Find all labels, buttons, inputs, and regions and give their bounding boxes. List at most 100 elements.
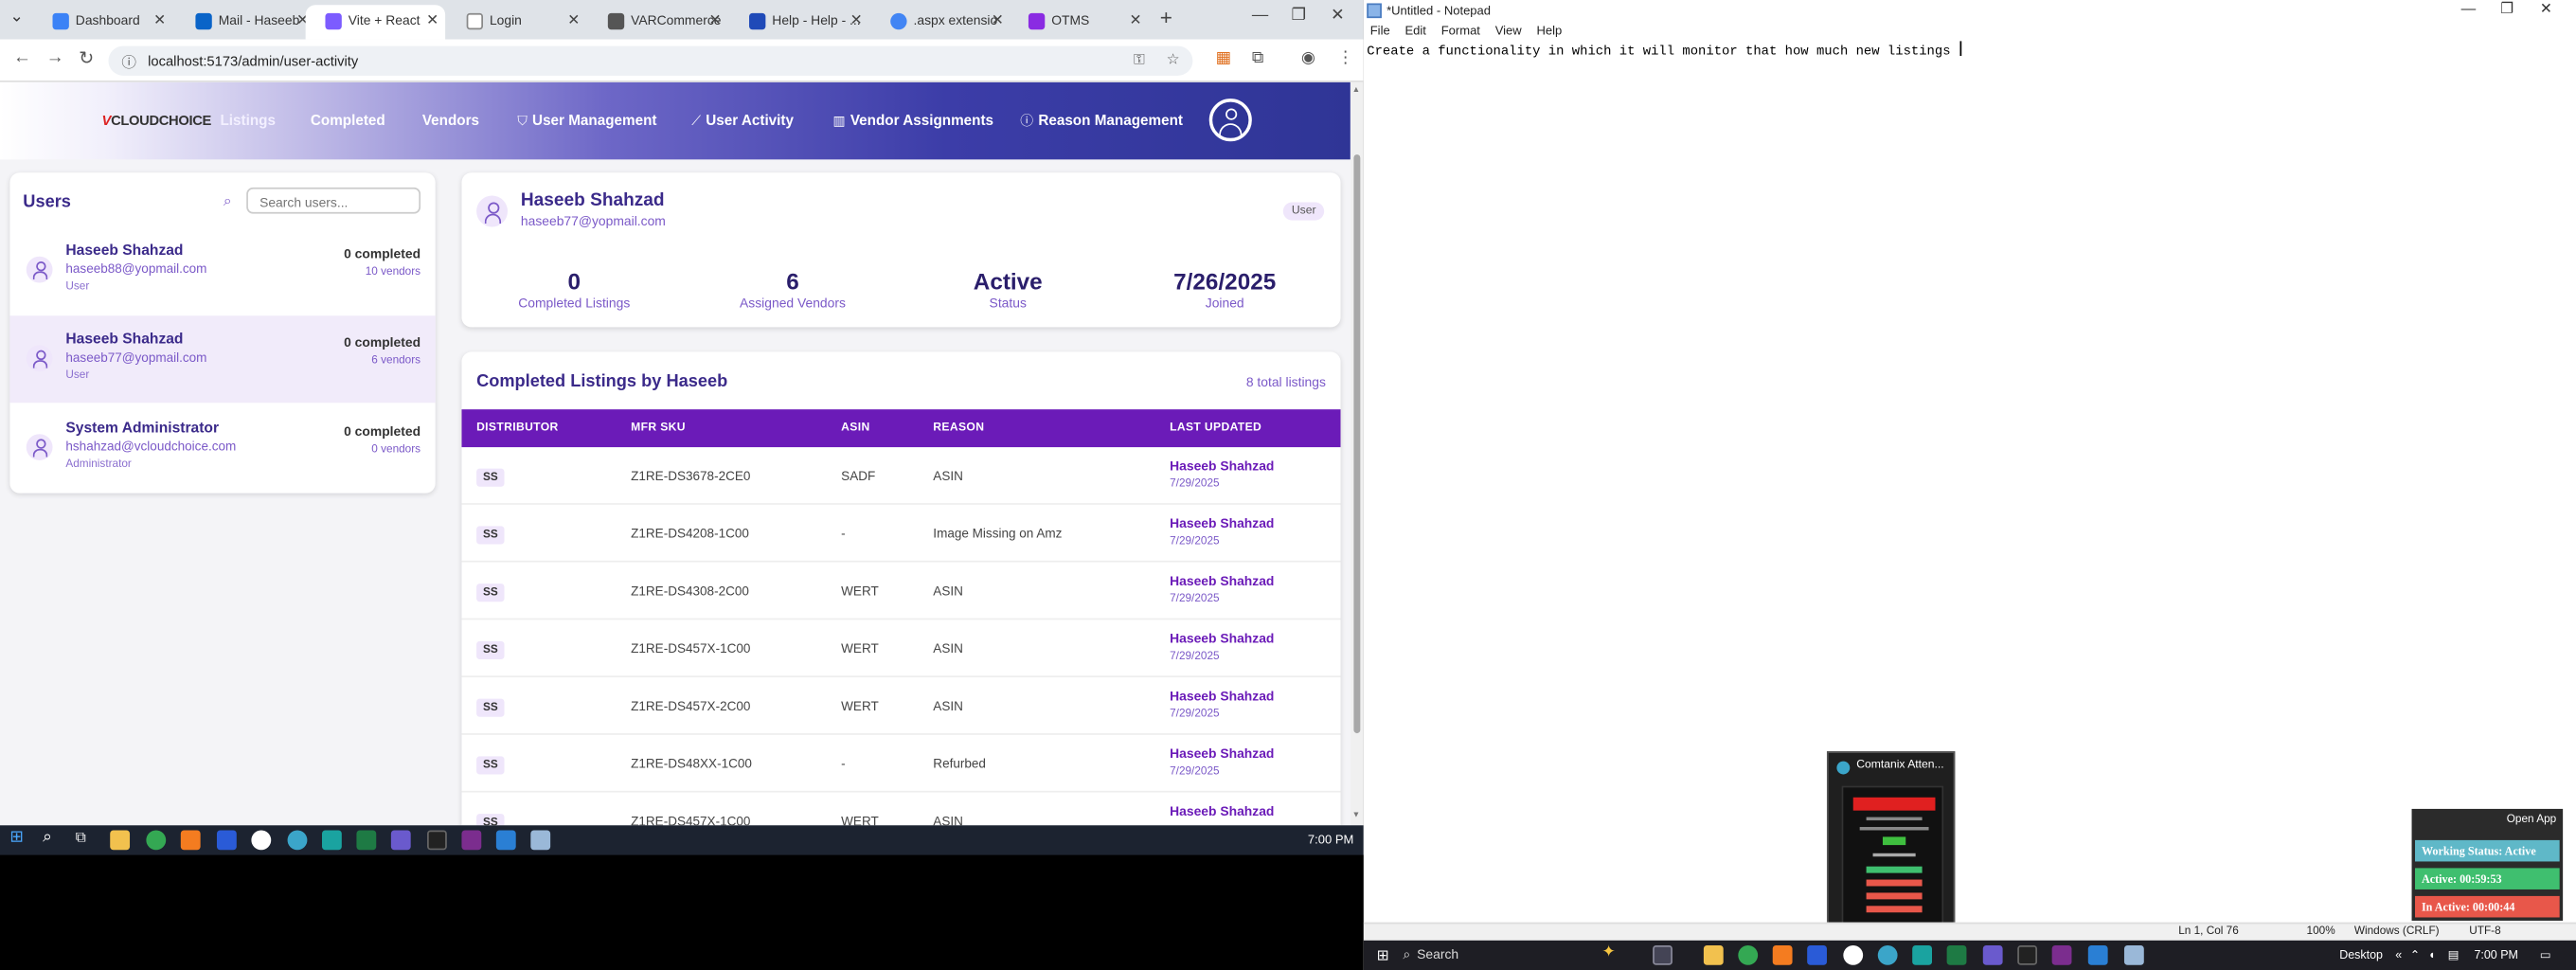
menu-format[interactable]: Format: [1441, 23, 1480, 38]
chrome-icon[interactable]: [146, 830, 167, 851]
task-view-icon[interactable]: ⧉: [76, 829, 86, 847]
taskbar-search[interactable]: ⌕ Search: [1403, 947, 1458, 963]
bookmark-star-icon[interactable]: ☆: [1167, 51, 1180, 69]
tab-otms[interactable]: OTMS ✕: [1009, 5, 1148, 39]
url-text[interactable]: localhost:5173/admin/user-activity: [148, 53, 358, 69]
close-tab-icon[interactable]: ✕: [1130, 11, 1142, 29]
app-teal-icon[interactable]: [322, 830, 342, 851]
extensions-puzzle-icon[interactable]: ⧉: [1252, 49, 1263, 67]
desktop-toolbar[interactable]: Desktop: [2339, 947, 2383, 962]
url-field[interactable]: ⓘ localhost:5173/admin/user-activity ⚿ ☆: [108, 45, 1193, 76]
terminal-icon[interactable]: [2017, 944, 2038, 965]
show-hidden-icons[interactable]: ⌃: [2410, 947, 2420, 962]
restore-icon[interactable]: ❐: [1291, 7, 1306, 25]
vscode-icon[interactable]: [495, 830, 516, 851]
nav-vendors[interactable]: Vendors: [422, 112, 479, 128]
tray-chevron-icon[interactable]: «: [2395, 947, 2402, 962]
close-window-icon[interactable]: ✕: [1331, 7, 1345, 25]
nav-reason-management[interactable]: ⓘ Reason Management: [1020, 112, 1183, 130]
table-row[interactable]: SS Z1RE-DS3678-2CE0 SADF ASIN Haseeb Sha…: [461, 447, 1341, 505]
tab-vite-react[interactable]: Vite + React ✕: [305, 5, 446, 40]
scroll-up-icon[interactable]: ▲: [1352, 85, 1361, 95]
windows-start-icon[interactable]: ⊞: [1377, 947, 1389, 965]
reload-icon[interactable]: ↻: [79, 47, 94, 69]
table-row[interactable]: SS Z1RE-DS457X-1C00 WERT ASIN Haseeb Sha…: [461, 620, 1341, 678]
close-tab-icon[interactable]: ✕: [153, 11, 166, 29]
comtanix-icon[interactable]: [287, 830, 308, 851]
scroll-down-icon[interactable]: ▼: [1352, 811, 1361, 820]
taskbar-clock[interactable]: 7:00 PM: [1308, 832, 1353, 847]
tab-dashboard[interactable]: Dashboard ✕: [33, 5, 172, 39]
comtanix-icon[interactable]: [1877, 944, 1898, 965]
network-icon[interactable]: ▤: [2448, 947, 2460, 962]
user-list-item[interactable]: Haseeb Shahzad haseeb88@yopmail.com User…: [9, 227, 435, 314]
task-view-icon[interactable]: [1653, 944, 1673, 965]
windows-start-icon[interactable]: ⊞: [9, 829, 24, 847]
tab-login[interactable]: Login ✕: [447, 5, 586, 39]
menu-help[interactable]: Help: [1536, 23, 1562, 38]
close-tab-icon[interactable]: ✕: [426, 11, 438, 29]
restore-icon[interactable]: ❐: [2500, 0, 2513, 18]
tab-help[interactable]: Help - Help - ... ✕: [729, 5, 868, 39]
close-tab-icon[interactable]: ✕: [850, 11, 863, 29]
back-icon[interactable]: ←: [13, 47, 31, 67]
tab-varcommerce[interactable]: VARCommerce ✕: [588, 5, 727, 39]
tab-mail[interactable]: Mail - Haseeb ✕: [176, 5, 315, 39]
notepad-icon[interactable]: [530, 830, 551, 851]
vcloudchoice-logo[interactable]: VCLOUDCHOICE: [102, 112, 212, 128]
notepad-icon[interactable]: [2123, 944, 2144, 965]
onenote-icon[interactable]: [2051, 944, 2072, 965]
password-key-icon[interactable]: ⚿: [1134, 51, 1145, 69]
new-tab-icon[interactable]: +: [1160, 5, 1172, 29]
user-avatar-icon[interactable]: [1208, 99, 1252, 142]
profile-icon[interactable]: ◉: [1301, 49, 1315, 67]
nav-completed[interactable]: Completed: [311, 112, 385, 128]
taskbar-clock[interactable]: 7:00 PM: [2474, 947, 2517, 962]
excel-icon[interactable]: [356, 830, 377, 851]
onenote-icon[interactable]: [461, 830, 482, 851]
nav-user-activity[interactable]: ⟋ User Activity: [691, 112, 794, 130]
table-row[interactable]: SS Z1RE-DS48XX-1C00 - Refurbed Haseeb Sh…: [461, 735, 1341, 793]
volume-icon[interactable]: ◖: [2428, 947, 2436, 962]
excel-icon[interactable]: [1946, 944, 1967, 965]
copilot-sparkle-icon[interactable]: ✦: [1601, 943, 1616, 961]
nav-user-management[interactable]: ⛉ User Management: [517, 112, 656, 130]
page-scrollbar[interactable]: ▲ ▼: [1350, 81, 1364, 826]
close-tab-icon[interactable]: ✕: [992, 11, 1004, 29]
table-row[interactable]: SS Z1RE-DS457X-2C00 WERT ASIN Haseeb Sha…: [461, 677, 1341, 735]
table-row[interactable]: SS Z1RE-DS457X-1C00 WERT ASIN Haseeb Sha…: [461, 793, 1340, 826]
search-users-input[interactable]: [246, 187, 421, 214]
tab-search-chevron-icon[interactable]: ⌄: [9, 9, 24, 27]
notifications-icon[interactable]: ▭: [2540, 947, 2551, 962]
vscode-icon[interactable]: [2087, 944, 2108, 965]
file-explorer-icon[interactable]: [1703, 944, 1724, 965]
menu-edit[interactable]: Edit: [1404, 23, 1425, 38]
scrollbar-thumb[interactable]: [1353, 154, 1361, 734]
user-list-item-selected[interactable]: Haseeb Shahzad haseeb77@yopmail.com User…: [9, 315, 436, 404]
table-row[interactable]: SS Z1RE-DS4208-1C00 - Image Missing on A…: [461, 505, 1341, 563]
file-explorer-icon[interactable]: [110, 830, 131, 851]
app-blue-icon[interactable]: [216, 830, 237, 851]
app-purple-icon[interactable]: [390, 830, 411, 851]
menu-view[interactable]: View: [1495, 23, 1522, 38]
tab-aspx[interactable]: .aspx extensio ✕: [870, 5, 1010, 39]
user-list-item[interactable]: System Administrator hshahzad@vcloudchoi…: [9, 404, 435, 492]
app-orange-icon[interactable]: [1772, 944, 1793, 965]
menu-file[interactable]: File: [1370, 23, 1390, 38]
forward-icon[interactable]: →: [46, 47, 64, 67]
site-info-icon[interactable]: ⓘ: [121, 51, 136, 73]
app-white-icon[interactable]: [1843, 944, 1864, 965]
app-teal-icon[interactable]: [1912, 944, 1933, 965]
nav-listings[interactable]: Listings: [220, 112, 276, 128]
taskbar-thumbnail-preview[interactable]: Comtanix Atten...: [1826, 751, 1956, 938]
close-tab-icon[interactable]: ✕: [708, 11, 721, 29]
chrome-icon[interactable]: [1738, 944, 1759, 965]
close-window-icon[interactable]: ✕: [2540, 0, 2552, 18]
close-tab-icon[interactable]: ✕: [567, 11, 580, 29]
app-blue-icon[interactable]: [1807, 944, 1827, 965]
nav-vendor-assignments[interactable]: ▥ Vendor Assignments: [832, 112, 993, 128]
minimize-icon[interactable]: —: [1252, 7, 1268, 25]
terminal-icon[interactable]: [427, 830, 447, 851]
minimize-icon[interactable]: —: [2461, 0, 2477, 16]
app-white-icon[interactable]: [251, 830, 272, 851]
